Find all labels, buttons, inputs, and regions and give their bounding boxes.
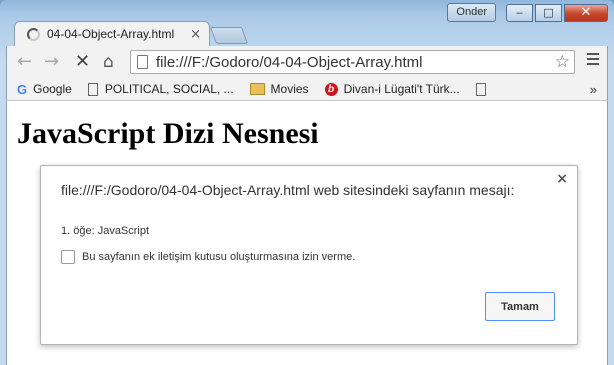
user-profile-button[interactable]: Onder [447,3,496,22]
window-controls: Onder ‒ □ ✕ [447,3,608,22]
dialog-title: file:///F:/Godoro/04-04-Object-Array.htm… [61,182,515,198]
page-icon [137,55,148,69]
address-bar[interactable]: file:///F:/Godoro/04-04-Object-Array.htm… [130,50,575,74]
bookmark-political-social[interactable]: POLITICAL, SOCIAL, ... [87,82,234,96]
bookmarks-bar: G Google POLITICAL, SOCIAL, ... Movies b… [6,78,608,101]
bookmark-label: Divan-i Lügati't Türk... [343,82,460,96]
new-tab-button[interactable] [209,27,249,44]
bookmark-label: Movies [270,82,309,96]
dialog-close-icon[interactable]: × [556,171,568,187]
google-icon: G [17,81,28,97]
maximize-button[interactable]: □ [535,3,562,22]
bookmarks-overflow-icon[interactable]: » [590,82,597,97]
browser-window: Onder ‒ □ ✕ 04-04-Object-Array.html × ← … [0,0,614,365]
suppress-dialogs-checkbox[interactable] [61,250,75,264]
bookmark-star-icon[interactable]: ☆ [555,52,570,72]
suppress-dialogs-label[interactable]: Bu sayfanın ek iletişim kutusu oluşturma… [82,251,355,263]
ok-button[interactable]: Tamam [485,292,555,321]
forward-button[interactable]: → [44,52,59,72]
bookmark-divan[interactable]: b Divan-i Lügati't Türk... [324,82,460,96]
bookmark-label: POLITICAL, SOCIAL, ... [104,82,234,96]
page-title: JavaScript Dizi Nesnesi [17,117,319,150]
bookmark-label: Google [33,82,72,96]
folder-icon [249,83,265,95]
tab-active[interactable]: 04-04-Object-Array.html × [14,21,210,46]
close-window-button[interactable]: ✕ [564,3,608,22]
alert-dialog: × file:///F:/Godoro/04-04-Object-Array.h… [40,165,578,345]
stop-loading-button[interactable]: ✕ [75,52,90,72]
page-icon [87,82,98,96]
menu-icon[interactable] [587,53,599,68]
suppress-dialogs-option[interactable]: Bu sayfanın ek iletişim kutusu oluşturma… [61,250,355,264]
bookmark-folder-movies[interactable]: Movies [249,82,309,96]
divan-icon: b [324,82,338,96]
page-content: JavaScript Dizi Nesnesi × file:///F:/God… [6,101,608,365]
bookmark-google[interactable]: G Google [17,82,72,97]
url-text[interactable]: file:///F:/Godoro/04-04-Object-Array.htm… [156,54,555,71]
home-button[interactable]: ⌂ [103,52,114,72]
loading-spinner-icon [27,27,40,41]
dialog-message: 1. öğe: JavaScript [61,225,150,237]
back-button[interactable]: ← [17,52,32,72]
minimize-button[interactable]: ‒ [506,3,533,22]
tab-title: 04-04-Object-Array.html [47,27,175,41]
page-icon [475,82,486,96]
navigation-toolbar: ← → ✕ ⌂ file:///F:/Godoro/04-04-Object-A… [6,46,608,78]
bookmark-untitled[interactable] [475,82,493,96]
tab-close-icon[interactable]: × [190,27,201,42]
